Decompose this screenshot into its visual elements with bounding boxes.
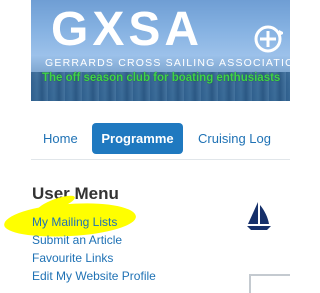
menu-link-edit-profile[interactable]: Edit My Website Profile — [32, 269, 156, 283]
club-name: GERRARDS CROSS SAILING ASSOCIATION — [45, 57, 290, 69]
nav-item-programme[interactable]: Programme — [92, 123, 183, 154]
user-menu-heading: User Menu — [32, 184, 119, 203]
flag-icon — [254, 25, 283, 53]
sailboat-icon — [247, 202, 271, 230]
menu-link-submit-article[interactable]: Submit an Article — [32, 233, 122, 247]
nav-item-home[interactable]: Home — [43, 123, 78, 154]
site-logo: GXSA — [51, 3, 204, 56]
page: GXSA GERRARDS CROSS SAILING ASSOCIATION … — [0, 0, 290, 293]
nav-item-cruising-log[interactable]: Cruising Log — [198, 123, 271, 154]
content-box — [249, 274, 290, 293]
club-tagline: The off season club for boating enthusia… — [42, 72, 281, 84]
main-nav: Home Programme Cruising Log — [31, 119, 290, 160]
menu-link-my-mailing-lists[interactable]: My Mailing Lists — [32, 215, 117, 229]
site-banner[interactable]: GXSA GERRARDS CROSS SAILING ASSOCIATION … — [31, 0, 290, 101]
menu-link-favourite-links[interactable]: Favourite Links — [32, 251, 113, 265]
